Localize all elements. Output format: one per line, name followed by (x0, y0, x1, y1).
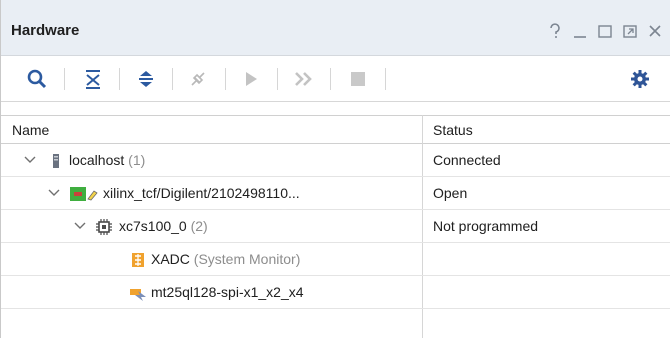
toolbar-separator (64, 68, 65, 90)
flash-memory-icon (129, 284, 147, 301)
run-all-icon[interactable] (290, 65, 318, 93)
settings-icon[interactable] (626, 65, 654, 93)
float-icon[interactable] (622, 22, 638, 40)
row-name-text: xilinx_tcf/Digilent/2102498110... (103, 185, 300, 201)
row-name-text: localhost (69, 152, 125, 168)
jtag-cable-icon (69, 185, 99, 202)
row-name-text: mt25ql128-spi-x1_x2_x4 (151, 284, 304, 300)
collapse-all-icon[interactable] (79, 65, 107, 93)
close-icon[interactable] (647, 22, 663, 40)
row-name: localhost (1) (69, 152, 145, 168)
column-header-name[interactable]: Name (12, 122, 49, 138)
row-name: xilinx_tcf/Digilent/2102498110... (103, 185, 300, 201)
hardware-toolbar (1, 56, 670, 102)
toolbar-separator (119, 68, 120, 90)
toolbar-separator (225, 68, 226, 90)
toolbar-separator (172, 68, 173, 90)
window-controls (547, 20, 663, 42)
toolbar-separator (330, 68, 331, 90)
row-status: Not programmed (433, 218, 539, 234)
row-name-text: xc7s100_0 (119, 218, 187, 234)
chevron-down-icon[interactable] (23, 153, 37, 167)
row-count-text: (1) (128, 152, 146, 168)
table-row[interactable]: xc7s100_0 (2) Not programmed (1, 210, 670, 243)
search-icon[interactable] (23, 65, 51, 93)
chip-icon (95, 218, 113, 235)
stop-icon[interactable] (344, 65, 372, 93)
expand-all-icon[interactable] (132, 65, 160, 93)
hardware-panel: Hardware Name Status localhost (1) Conne… (0, 0, 670, 338)
row-name: xc7s100_0 (2) (119, 218, 208, 234)
xadc-icon (129, 251, 147, 268)
maximize-icon[interactable] (597, 22, 613, 40)
server-icon (47, 152, 65, 169)
toolbar-separator (385, 68, 386, 90)
row-name: XADC (System Monitor) (151, 251, 300, 267)
table-header: Name Status (1, 115, 670, 144)
panel-title: Hardware (11, 22, 80, 39)
help-icon[interactable] (547, 22, 563, 40)
row-status: Connected (433, 152, 501, 168)
table-row[interactable]: xilinx_tcf/Digilent/2102498110... Open (1, 177, 670, 210)
table-row[interactable]: localhost (1) Connected (1, 144, 670, 177)
panel-titlebar: Hardware (1, 0, 670, 56)
chevron-down-icon[interactable] (47, 186, 61, 200)
row-status: Open (433, 185, 468, 201)
run-icon[interactable] (237, 65, 265, 93)
minimize-icon[interactable] (572, 22, 588, 40)
column-header-status[interactable]: Status (433, 122, 473, 138)
table-row[interactable]: XADC (System Monitor) (1, 243, 670, 276)
table-row[interactable]: mt25ql128-spi-x1_x2_x4 (1, 276, 670, 309)
row-name-text: XADC (151, 251, 190, 267)
toolbar-separator (277, 68, 278, 90)
row-count-text: (2) (190, 218, 208, 234)
chevron-down-icon[interactable] (73, 219, 87, 233)
row-count-text: (System Monitor) (193, 251, 301, 267)
row-name: mt25ql128-spi-x1_x2_x4 (151, 284, 304, 300)
auto-connect-icon[interactable] (184, 65, 212, 93)
